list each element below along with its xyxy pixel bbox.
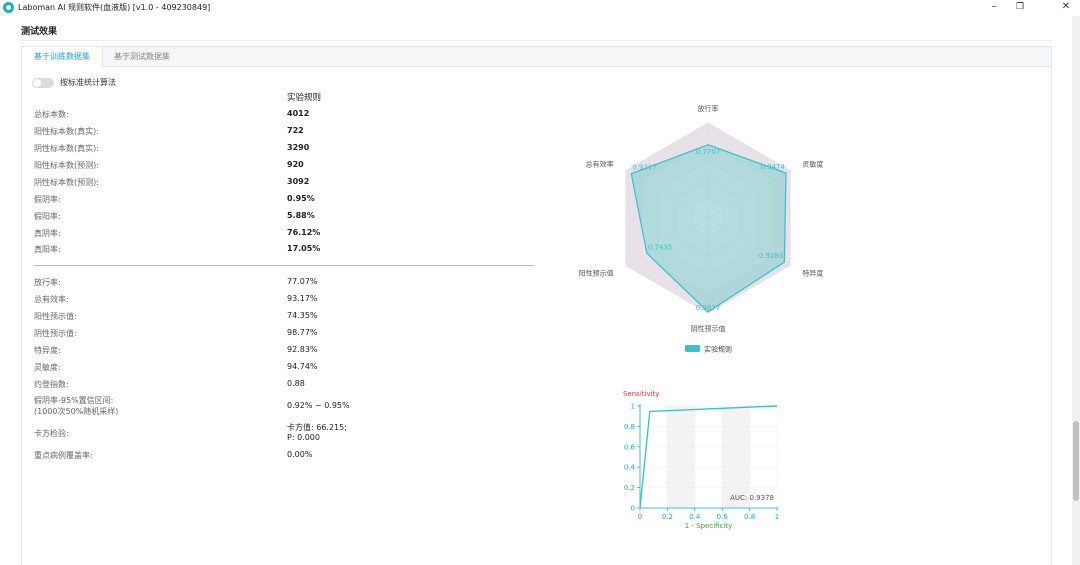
value-pos-pred: 920 [287,160,304,169]
radar-value-label: 0.9877 [696,304,721,312]
value-npv: 98.77% [287,328,318,337]
window-title: Laboman AI 规则软件(血液版) [v1.0 - 409230849] [18,3,211,12]
x-tick-label: 0.8 [744,513,755,521]
roc-curve [639,405,778,509]
value-youden: 0.88 [287,379,305,388]
value-pass-rate: 77.07% [287,277,318,286]
value-true-pos: 17.05% [287,244,321,253]
standard-algorithm-toggle[interactable] [32,78,54,88]
value-ci: 0.92% ~ 0.95% [287,401,350,410]
label-ci-line2: (1000次50%随机采样) [34,407,119,416]
value-total-samples: 4012 [287,109,310,118]
y-tick-label: 1 [631,403,635,411]
table-divider [34,265,534,266]
roc-x-label: 1 - Specificity [685,522,733,530]
value-chi-line1: 卡方值: 66.215; [287,423,347,432]
legend-label[interactable]: 实验规则 [704,345,732,354]
y-tick-label: 0 [631,505,635,513]
column-header-rule: 实验规则 [287,93,322,103]
label-sensitivity: 灵敏度: [34,363,61,372]
y-tick-label: 0.2 [624,484,635,492]
value-total-efficiency: 93.17% [287,294,318,303]
radar-axis-label: 放行率 [698,104,719,113]
minimize-button[interactable]: – [984,0,1004,14]
label-false-pos: 假阳率: [34,212,61,221]
tab-bar: 基于训练数据集 基于测试数据集 [22,47,1051,68]
radar-value-label: 0.7707 [696,148,721,156]
y-tick-label: 0.8 [624,423,635,431]
results-panel: 基于训练数据集 基于测试数据集 按标准统计算法 实验规则 总标本数: 4012 … [21,46,1052,565]
toggle-label: 按标准统计算法 [60,78,116,87]
roc-y-label: Sensitivity [623,390,659,398]
label-youden: 约登指数: [34,380,69,389]
radar-axis-label: 灵敏度 [802,160,823,169]
radar-axis-label: 总有效率 [586,160,614,169]
value-ppv: 74.35% [287,311,318,320]
label-chi-square: 卡方检验: [34,429,69,438]
label-ppv: 阳性预示值: [34,312,77,321]
value-false-pos: 5.88% [287,211,315,220]
radar-value-label: 0.9317 [632,164,657,172]
y-tick-label: 0.6 [624,443,636,451]
x-tick-label: 0.4 [689,513,701,521]
radar-chart: 0.7707 0.9474 0.9283 0.9877 0.7435 0.9317 放行率灵… [579,104,824,354]
label-total-efficiency: 总有效率: [34,295,69,304]
radar-value-label: 0.9474 [760,163,785,171]
value-coverage: 0.00% [287,450,313,459]
label-pos-true: 阳性标本数(真实): [34,127,99,136]
x-tick-label: 0 [638,513,642,521]
grid-band [667,406,695,508]
roc-chart: 0 0.2 0.4 0.6 0.8 1 0 0.2 0.4 0.6 0.8 1 Sensitivity 1… [623,390,779,530]
x-tick-label: 1 [775,513,779,521]
label-false-neg: 假阴率: [34,195,61,204]
value-chi-line2: P: 0.000 [287,433,320,442]
x-tick-label: 0.6 [717,513,729,521]
label-specificity: 特异度: [34,346,61,355]
legend-swatch[interactable] [685,345,700,352]
label-ci-line1: 假阴率-95%置信区间: [34,396,114,405]
x-tick-label: 0.2 [662,513,673,521]
value-pos-true: 722 [287,126,304,135]
tab-test-dataset[interactable]: 基于测试数据集 [102,47,182,67]
y-tick-label: 0.4 [624,464,636,472]
radar-value-label: 0.7435 [648,243,673,251]
radar-axis-label: 阴性预示值 [691,324,726,333]
value-neg-pred: 3092 [287,177,310,186]
label-true-neg: 真阴率: [34,229,61,238]
restore-button[interactable]: ❐ [1010,0,1030,14]
label-coverage: 重点病例覆盖率: [34,451,93,460]
close-button[interactable]: ✕ [1056,0,1076,14]
grid-band [722,406,750,508]
label-pass-rate: 放行率: [34,278,61,287]
value-true-neg: 76.12% [287,228,321,237]
radar-value-label: 0.9283 [759,252,784,260]
value-sensitivity: 94.74% [287,362,318,371]
label-pos-pred: 阳性标本数(预测): [34,161,99,170]
value-specificity: 92.83% [287,345,318,354]
title-bar: Laboman AI 规则软件(血液版) [v1.0 - 409230849] … [0,0,1080,16]
scrollbar-thumb[interactable] [1073,421,1079,501]
vertical-scrollbar[interactable] [1072,16,1080,565]
app-logo-icon [3,2,14,13]
tab-training-dataset[interactable]: 基于训练数据集 [22,47,103,68]
radar-axis-label: 特异度 [802,269,823,278]
label-total-samples: 总标本数: [34,110,69,119]
label-npv: 阴性预示值: [34,329,77,338]
value-neg-true: 3290 [287,143,310,152]
section-divider [21,40,1052,41]
auc-annotation: AUC: 0.9378 [730,494,774,502]
value-false-neg: 0.95% [287,194,315,203]
section-title: 测试效果 [21,27,58,37]
label-neg-true: 阴性标本数(真实): [34,144,99,153]
label-true-pos: 真阳率: [34,245,61,254]
label-neg-pred: 阴性标本数(预测): [34,178,99,187]
radar-axis-label: 阳性预示值 [579,269,614,278]
